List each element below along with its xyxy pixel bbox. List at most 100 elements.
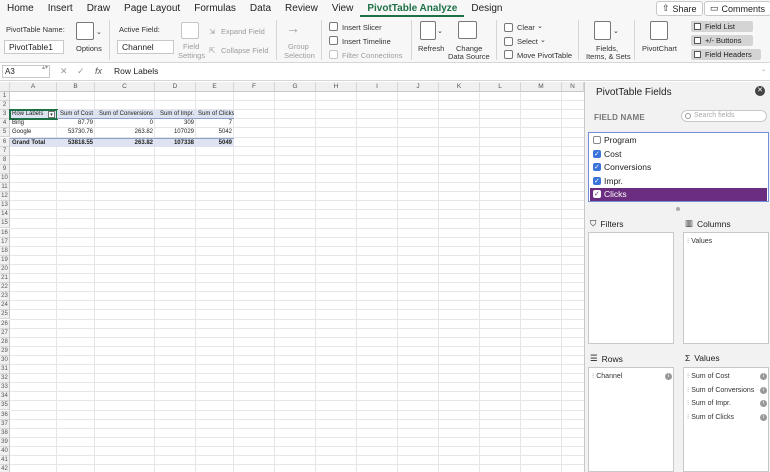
row-header[interactable]: 1 — [0, 92, 10, 101]
row-header[interactable]: 18 — [0, 246, 10, 256]
collapse-field-icon[interactable]: ⇱ — [209, 46, 215, 55]
row-header[interactable]: 36 — [0, 410, 10, 420]
row-header[interactable]: 17 — [0, 237, 10, 247]
row-header[interactable]: 38 — [0, 428, 10, 438]
filter-connections-button[interactable]: Filter Connections — [342, 51, 402, 60]
menu-tab-page-layout[interactable]: Page Layout — [117, 0, 187, 17]
select-icon[interactable] — [504, 37, 513, 46]
menu-tab-data[interactable]: Data — [243, 0, 278, 17]
grand-total-value[interactable]: 53818.55 — [57, 137, 95, 147]
row-header[interactable]: 30 — [0, 355, 10, 365]
row-header[interactable]: 24 — [0, 301, 10, 311]
value-cell[interactable]: 87.79 — [57, 119, 95, 128]
name-box-dropdown-icon[interactable]: ▴▾ — [42, 64, 48, 71]
area-field-item[interactable]: ⁝ Sum of Clicks — [687, 413, 734, 421]
clear-icon[interactable] — [504, 23, 513, 32]
field-item-impr[interactable]: Impr. — [590, 175, 767, 188]
share-button[interactable]: ⇧ Share — [656, 1, 703, 16]
value-cell[interactable]: 0 — [95, 119, 155, 128]
row-header[interactable]: 33 — [0, 383, 10, 393]
column-header[interactable]: J — [398, 82, 439, 92]
row-header[interactable]: 41 — [0, 456, 10, 465]
row-header[interactable]: 37 — [0, 419, 10, 429]
field-list-toggle[interactable]: Field List — [691, 21, 753, 32]
clear-button[interactable]: Clear — [517, 23, 535, 32]
area-field-item[interactable]: ⁝ Sum of Impr. — [687, 399, 731, 407]
row-header[interactable]: 10 — [0, 173, 10, 183]
options-dropdown-icon[interactable]: ⌄ — [96, 28, 102, 36]
select-dropdown-icon[interactable]: ⌄ — [540, 36, 546, 44]
row-header[interactable]: 40 — [0, 446, 10, 456]
rows-drop-area[interactable]: ⁝ Channel i — [588, 367, 674, 472]
row-header[interactable]: 16 — [0, 228, 10, 238]
field-settings-label-1[interactable]: Field — [183, 42, 199, 51]
menu-tab-formulas[interactable]: Formulas — [187, 0, 243, 17]
slicer-icon[interactable] — [329, 22, 338, 31]
row-header[interactable]: 14 — [0, 210, 10, 220]
insert-slicer-button[interactable]: Insert Slicer — [342, 23, 382, 32]
pivot-column-header[interactable]: Sum of Impr. — [155, 110, 196, 120]
field-checkbox[interactable] — [593, 175, 601, 188]
value-cell[interactable]: 53730.76 — [57, 128, 95, 137]
row-header[interactable]: 5 — [0, 128, 10, 138]
row-header[interactable]: 3 — [0, 110, 10, 120]
row-header[interactable]: 21 — [0, 274, 10, 283]
info-icon[interactable]: i — [760, 386, 767, 394]
change-data-source-icon[interactable] — [458, 21, 477, 39]
field-item-program[interactable]: Program — [590, 134, 767, 147]
value-cell[interactable]: 5042 — [196, 128, 234, 137]
move-pivot-button[interactable]: Move PivotTable — [517, 51, 572, 60]
column-header[interactable]: M — [521, 82, 562, 92]
row-header[interactable]: 20 — [0, 264, 10, 274]
clear-dropdown-icon[interactable]: ⌄ — [537, 22, 543, 30]
cancel-icon[interactable]: ✕ — [60, 66, 68, 77]
group-selection-icon[interactable]: → — [286, 20, 300, 36]
info-icon[interactable]: i — [760, 413, 767, 421]
filters-drop-area[interactable] — [588, 232, 674, 344]
fields-items-dropdown-icon[interactable]: ⌄ — [613, 27, 619, 35]
pivot-column-header[interactable]: Sum of Conversions — [95, 110, 155, 120]
row-header[interactable]: 23 — [0, 292, 10, 302]
refresh-button[interactable]: Refresh — [418, 44, 444, 53]
grand-total-value[interactable]: 5049 — [196, 137, 234, 147]
column-header[interactable]: A — [10, 82, 57, 92]
column-header[interactable]: B — [57, 82, 95, 92]
area-field-item[interactable]: ⁝ Sum of Cost — [687, 372, 730, 380]
value-cell[interactable]: 7 — [196, 119, 234, 128]
expand-field-icon[interactable]: ⇲ — [209, 27, 215, 36]
row-header[interactable]: 26 — [0, 319, 10, 329]
menu-tab-home[interactable]: Home — [0, 0, 41, 17]
grand-total-value[interactable]: 263.82 — [95, 137, 155, 147]
row-header[interactable]: 35 — [0, 401, 10, 411]
row-header[interactable]: 34 — [0, 392, 10, 402]
field-checkbox[interactable] — [593, 148, 601, 161]
area-field-item[interactable]: ⁝ Channel — [592, 372, 622, 380]
row-header[interactable]: 39 — [0, 437, 10, 447]
area-field-item[interactable]: ⁝ Values — [687, 237, 712, 245]
pivot-column-header[interactable]: Sum of Cost — [57, 110, 95, 120]
buttons-toggle[interactable]: +/- Buttons — [691, 35, 753, 46]
row-header[interactable]: 15 — [0, 219, 10, 229]
expand-formula-icon[interactable]: ⌄ — [761, 66, 766, 73]
info-icon[interactable]: i — [665, 373, 672, 380]
column-header[interactable]: E — [196, 82, 234, 92]
row-header[interactable]: 4 — [0, 119, 10, 129]
function-icon[interactable]: fx — [95, 66, 102, 76]
row-header[interactable]: 25 — [0, 310, 10, 320]
comments-button[interactable]: ▭ Comments — [704, 1, 770, 16]
move-pivot-icon[interactable] — [504, 50, 513, 59]
row-header[interactable]: 7 — [0, 146, 10, 156]
filter-connections-icon[interactable] — [329, 50, 338, 59]
column-header[interactable]: F — [234, 82, 275, 92]
options-button[interactable]: Options — [76, 44, 102, 53]
active-field-input[interactable]: Channel — [117, 40, 174, 54]
group-selection-label-2[interactable]: Selection — [284, 51, 315, 60]
row-header[interactable]: 2 — [0, 101, 10, 111]
spreadsheet-grid[interactable]: A B C D E F G H I J K L M N 1 2 3 4 5 6 7 8 9 10 11 12 13 14 15 16 17 1… — [0, 82, 584, 472]
field-headers-toggle[interactable]: Field Headers — [691, 49, 761, 60]
refresh-dropdown-icon[interactable]: ⌄ — [437, 27, 443, 35]
pivot-name-input[interactable]: PivotTable1 — [4, 40, 64, 54]
enter-icon[interactable]: ✓ — [77, 66, 85, 77]
row-header[interactable]: 28 — [0, 337, 10, 347]
column-header[interactable]: C — [95, 82, 155, 92]
